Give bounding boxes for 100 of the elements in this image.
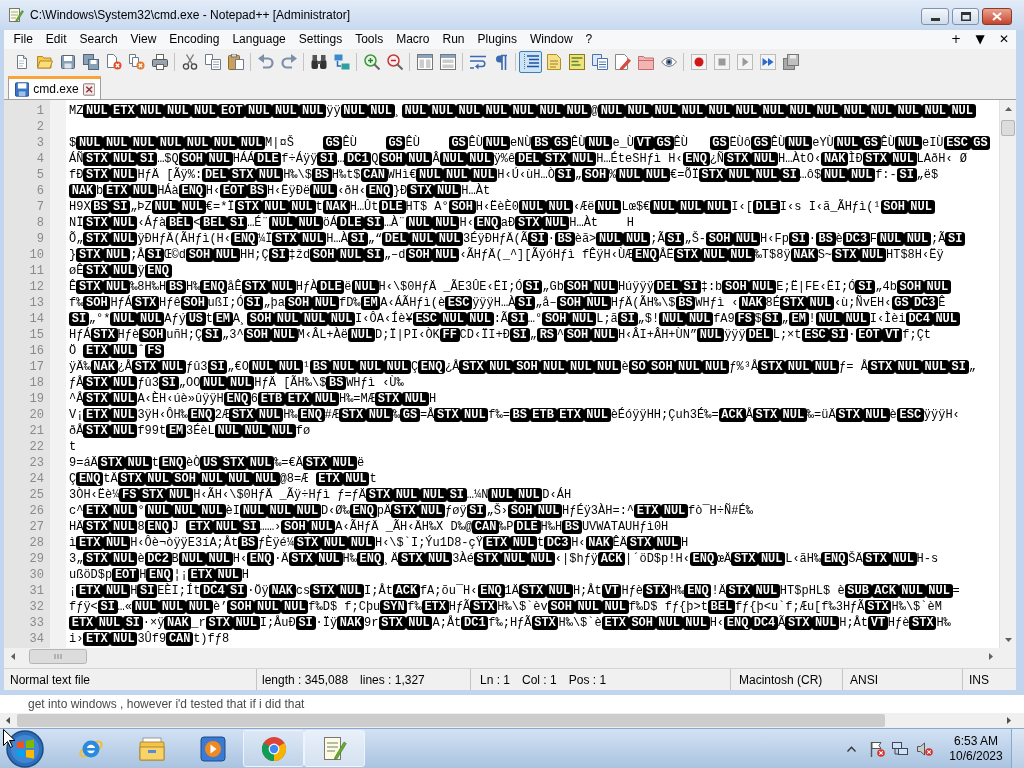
- flag-alert-icon[interactable]: [869, 740, 885, 757]
- scroll-down-icon[interactable]: [1004, 637, 1012, 642]
- close-window-button[interactable]: [982, 8, 1012, 25]
- line-number: 32: [29, 599, 44, 615]
- scroll-left-icon[interactable]: [10, 653, 15, 660]
- menu-item[interactable]: Tools: [348, 31, 390, 48]
- close-document-button[interactable]: ✕: [992, 31, 1016, 48]
- line-number: 14: [29, 311, 44, 327]
- menu-item[interactable]: Macro: [389, 31, 436, 48]
- page-pen-icon: [614, 53, 631, 70]
- start-orb-icon[interactable]: [6, 729, 44, 768]
- zoom-in-icon: [363, 53, 380, 70]
- clock-time[interactable]: 6:53 AM: [954, 733, 998, 749]
- code-line: ¡ ETX NUL H SI EÈI;Ít DC4 SI ·Öÿ NAK cs STX NUL I;Åt ACK fA;õu¯H‹ ENQ 1Ä STX NUL H;Åt VT Hƒè STX H‰ ENQ !Ä STX NUL HT$pHL$ è SUB ACK NUL NUL =: [69, 584, 960, 598]
- line-number: 25: [29, 487, 44, 503]
- line-number: 8: [36, 215, 44, 231]
- page-text: get into windows , however i'd tested that if i did that: [28, 697, 305, 711]
- taskbar-button[interactable]: [304, 730, 365, 767]
- horizontal-scrollbar[interactable]: [0, 713, 1024, 728]
- vertical-scrollbar[interactable]: [999, 100, 1016, 648]
- length-label: length : 345,088: [262, 671, 349, 688]
- document-tab[interactable]: cmd.exe: [8, 76, 101, 99]
- menu-item[interactable]: Search: [73, 31, 125, 48]
- scrollbar-thumb[interactable]: [17, 714, 885, 727]
- line-number: 12: [29, 279, 44, 295]
- line-number: 27: [29, 519, 44, 535]
- code-line: Ö ETX NUL ˆ FS: [69, 344, 165, 358]
- scrollbar-thumb[interactable]: [1001, 120, 1015, 136]
- close-tab-icon[interactable]: [82, 82, 95, 96]
- line-number: 1: [36, 103, 44, 119]
- minimize-icon[interactable]: [930, 17, 940, 21]
- menu-item[interactable]: Encoding: [162, 31, 226, 48]
- scroll-up-icon[interactable]: [1004, 106, 1012, 111]
- tricolor-circle-icon: [260, 735, 287, 762]
- line-number: 13: [29, 295, 44, 311]
- word-wrap-icon: [469, 53, 486, 70]
- tab-list-button[interactable]: ▼: [968, 31, 992, 48]
- play-icon: [736, 53, 753, 70]
- code-line: H9X BS SI „ÞZ NUL NUL €=*Ï STX NUL NUL t NAK H…Ût DLE HT$ A° SOH H‹ËèÈ0 NUL NUL ‹Æë NUL Lœ$€ NUL NUL NUL I‹[ DLE I‹s I‹ã_ÃHƒì(¹ SOH NUL: [69, 200, 935, 214]
- stacked-disks-icon: [782, 53, 799, 70]
- scrollbar-thumb[interactable]: [29, 649, 87, 664]
- scroll-right-icon[interactable]: [1007, 717, 1011, 724]
- maximize-button[interactable]: [952, 8, 979, 25]
- line-number: 22: [29, 439, 44, 455]
- menu-item[interactable]: Window: [523, 31, 580, 48]
- close-icon[interactable]: [992, 12, 1002, 21]
- line-number: 26: [29, 503, 44, 519]
- scissors-icon: [181, 53, 198, 70]
- code-line: ußöD$p EOT H ENQ ¦¡ ETX NUL H: [69, 568, 249, 582]
- document-type-label: Normal text file: [10, 671, 91, 688]
- map-icon: [568, 53, 585, 70]
- menu-item[interactable]: File: [7, 31, 40, 48]
- menu-item[interactable]: Settings: [292, 31, 349, 48]
- line-number: 6: [36, 183, 44, 199]
- line-number: 9: [36, 231, 44, 247]
- line-number: 3: [36, 135, 44, 151]
- code-line: ÁÑ STX NUL SI …$Q SOH NUL HÁÁ DLE f÷Áÿÿ SI … DC1 Q SOH NUL Â NUL NUL ÿ%ê DEL STX NUL H…ÉteSHƒì H‹ ENQ ¿Ñ STX NUL H…ÀtO‹ NAK ÌÐ STX NUL LAðH‹ Ø: [69, 152, 967, 166]
- clipboard-icon: [227, 53, 244, 70]
- menu-item[interactable]: Edit: [39, 31, 74, 48]
- line-number: 19: [29, 391, 44, 407]
- folder-icon: [138, 735, 165, 762]
- code-line: HÄ STX NUL 8 ENQ J ETX NUL SI ……› SOH NUL A‹ÃHƒÄ _ÃH‹ÄH‰X D‰@ CAN ‰P DLE H‰H BS UVWATAUHƒì0H: [69, 520, 669, 534]
- stop-icon: [713, 53, 730, 70]
- code-line: t: [69, 440, 77, 454]
- code-line: Ê STX NUL ‰8H‰H BS H‰ ENQ åÊ STX NUL HƒÀ DLE ë NUL H‹\$0HƒÄ _ÃE3ÛE‹ËI;Ó SI „Gb SOH NUL Húÿÿÿ DEL SI ‡:b SOH NUL E;Ë|FE‹ËI;Ó SI „4b SOH NUL: [69, 280, 951, 294]
- menu-item[interactable]: View: [124, 31, 163, 48]
- notepad-icon: [321, 735, 348, 762]
- network-icon[interactable]: [892, 740, 908, 757]
- line-number: 34: [29, 631, 44, 647]
- code-line: MZ NUL ETX NUL NUL NUL EOT NUL NUL NUL ÿÿ NUL NUL ¸ NUL NUL NUL NUL NUL NUL NUL @ NUL NUL NUL NUL NUL NUL NUL NUL NUL NUL NUL NUL NUL NUL: [69, 104, 976, 118]
- line-position-label: Ln : 1: [480, 671, 511, 688]
- indent-guide-button[interactable]: [519, 50, 542, 73]
- line-number: 15: [29, 327, 44, 343]
- redo-arrow-icon: [280, 53, 297, 70]
- maximize-icon[interactable]: [960, 12, 971, 21]
- minimize-button[interactable]: [921, 8, 949, 25]
- new-tab-button[interactable]: +: [944, 31, 968, 48]
- indent-guide-icon: [522, 53, 539, 70]
- menu-item[interactable]: Language: [225, 31, 293, 48]
- code-line: NÏ STX NUL ‹Áƒà BEL < BEL SI …É¨ NUL NUL öÁ DLE SI …À¨ NUL NUL H‹ ENQ aÐ STX NUL H…Àt H: [69, 216, 635, 230]
- speaker-muted-icon[interactable]: [917, 740, 933, 757]
- fast-forward-icon: [759, 53, 776, 70]
- chevron-up-icon[interactable]: [847, 745, 856, 752]
- vertical-sync-icon: [416, 53, 433, 70]
- taskbar-button[interactable]: [243, 730, 304, 767]
- menu-item[interactable]: Plugins: [471, 31, 524, 48]
- scroll-left-icon[interactable]: [5, 717, 10, 724]
- code-line: ^Å STX NUL A‹ÈH‹úè»ûÿÿH ENQ 6 ETB ETX NUL H‰=MÆ STX NUL H: [69, 392, 437, 406]
- scroll-right-icon[interactable]: [988, 653, 993, 660]
- clock-date[interactable]: 10/6/2023: [949, 748, 1003, 764]
- line-number: 31: [29, 583, 44, 599]
- play-tile-icon: [199, 735, 226, 762]
- menu-item[interactable]: ?: [579, 31, 599, 48]
- menu-item[interactable]: Run: [436, 31, 472, 48]
- zoom-out-icon: [386, 53, 403, 70]
- window-title: C:\Windows\System32\cmd.exe - Notepad++ [Administrator]: [30, 7, 351, 23]
- code-line: ì ETX NUL H‹Ôè¬òÿÿE3íA;Åt BS ƒÈÿé¼ STX NUL NUL H‹\$`I;Ýu1D8-çŸ ETX NUL t DC3 H‹ NAK ÊÄ STX NUL H: [69, 536, 689, 550]
- code-line: ETX NUL SI ·×ÿ NAK _r STX NUL I;ÅuÐ SI ·Ïÿ NAK 9r STX NUL A;Åt DC1 f‰;HƒÃ STX H‰\$`è ETX SOH NUL NUL H‹ ENQ DC4 Ã STX NUL H;Åt VT Hƒè STX H‰: [69, 616, 951, 630]
- floppy-disks-icon: [82, 53, 99, 70]
- line-number: 23: [29, 455, 44, 471]
